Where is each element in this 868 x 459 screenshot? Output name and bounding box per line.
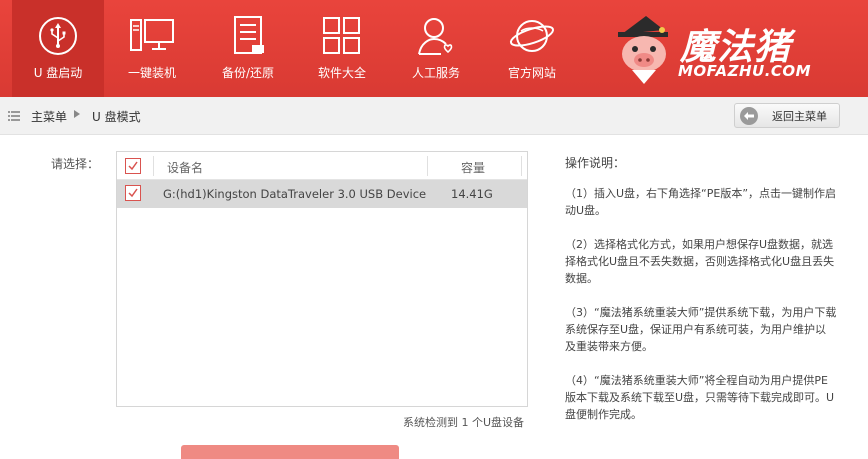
column-divider bbox=[427, 156, 428, 176]
instruction-step-2: （2）选择格式化方式，如果用户想保存U盘数据，就选择格式化U盘且不丢失数据，否则… bbox=[565, 238, 835, 285]
usb-icon bbox=[35, 14, 81, 58]
nav-item-official-site[interactable]: 官方网站 bbox=[486, 0, 578, 97]
table-row[interactable]: G:(hd1)Kingston DataTraveler 3.0 USB Dev… bbox=[117, 180, 527, 208]
apps-grid-icon bbox=[319, 14, 365, 58]
nav-label: 官方网站 bbox=[507, 66, 556, 80]
nav-item-software[interactable]: 软件大全 bbox=[296, 0, 388, 97]
breadcrumb-home[interactable]: 主菜单 bbox=[31, 108, 67, 125]
column-divider bbox=[521, 156, 522, 176]
support-person-icon bbox=[413, 14, 459, 58]
nav-label: U 盘启动 bbox=[33, 66, 83, 80]
device-capacity: 14.41G bbox=[451, 187, 493, 201]
instruction-step-4: （4）“魔法猪系统重装大师”将全程自动为用户提供PE版本下载及系统下载至U盘，只… bbox=[565, 374, 835, 421]
nav-label: 人工服务 bbox=[411, 66, 460, 80]
start-make-button[interactable] bbox=[181, 445, 399, 459]
device-table: 设备名 容量 G:(hd1)Kingston DataTraveler 3.0 … bbox=[116, 151, 528, 407]
nav-label: 一键装机 bbox=[127, 66, 176, 80]
nav-label: 软件大全 bbox=[317, 66, 366, 80]
nav-label: 备份/还原 bbox=[221, 66, 275, 80]
instructions-panel: 操作说明： （1）插入U盘，右下角选择“PE版本”，点击一键制作启动U盘。 （2… bbox=[565, 155, 837, 440]
document-icon bbox=[225, 14, 271, 58]
select-all-checkbox[interactable] bbox=[125, 158, 141, 174]
select-label: 请选择： bbox=[51, 157, 100, 171]
brand-logo: 魔法猪 MOFAZHU.COM bbox=[614, 12, 844, 88]
breadcrumb: 主菜单 U 盘模式 返回主菜单 bbox=[0, 97, 868, 135]
back-to-main-button[interactable]: 返回主菜单 bbox=[734, 103, 840, 128]
pig-mascot-icon bbox=[618, 16, 668, 84]
top-nav-bar: U 盘启动 一键装机 备份/还原 软件大全 人工服务 官方网站 魔法猪 MOFA… bbox=[0, 0, 868, 97]
menu-list-icon bbox=[8, 111, 20, 121]
instructions-title: 操作说明： bbox=[565, 156, 626, 170]
detection-status: 系统检测到 1 个U盘设备 bbox=[403, 416, 525, 429]
instruction-step-3: （3）“魔法猪系统重装大师”提供系统下载，为用户下载系统保存至U盘，保证用户有系… bbox=[565, 306, 837, 353]
checkmark-icon bbox=[128, 161, 138, 171]
column-divider bbox=[153, 156, 154, 176]
nav-item-one-click-install[interactable]: 一键装机 bbox=[106, 0, 198, 97]
brand-subtitle: MOFAZHU.COM bbox=[678, 62, 812, 80]
checkmark-icon bbox=[128, 188, 138, 198]
back-button-label: 返回主菜单 bbox=[772, 109, 827, 123]
nav-item-support[interactable]: 人工服务 bbox=[390, 0, 482, 97]
device-name: G:(hd1)Kingston DataTraveler 3.0 USB Dev… bbox=[163, 187, 427, 201]
breadcrumb-current: U 盘模式 bbox=[92, 110, 141, 124]
breadcrumb-arrow-icon bbox=[74, 110, 80, 118]
monitor-icon bbox=[129, 14, 175, 58]
column-header-capacity: 容量 bbox=[461, 161, 486, 175]
device-checkbox[interactable] bbox=[125, 185, 141, 201]
nav-item-usb-boot[interactable]: U 盘启动 bbox=[12, 0, 104, 97]
back-arrow-icon bbox=[740, 106, 758, 125]
table-header: 设备名 容量 bbox=[117, 152, 527, 180]
column-header-device-name: 设备名 bbox=[167, 161, 204, 175]
instruction-step-1: （1）插入U盘，右下角选择“PE版本”，点击一键制作启动U盘。 bbox=[565, 187, 837, 217]
globe-icon bbox=[509, 14, 555, 58]
nav-item-backup-restore[interactable]: 备份/还原 bbox=[202, 0, 294, 97]
